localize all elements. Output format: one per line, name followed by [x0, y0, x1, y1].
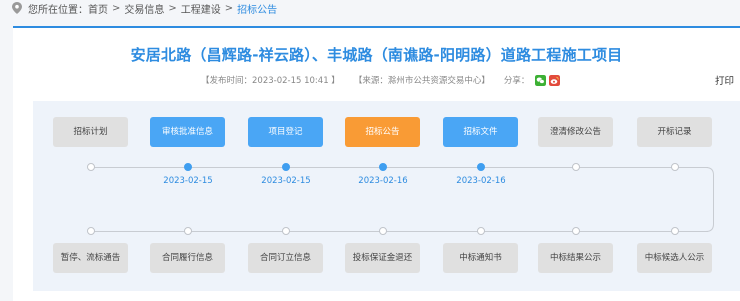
step-tender-documents[interactable]: 招标文件: [443, 117, 518, 147]
timeline-dot: [572, 227, 580, 235]
breadcrumb-prefix: 您所在位置：: [28, 4, 88, 16]
step-approval-info[interactable]: 审核批准信息: [150, 117, 225, 147]
step-bid-opening-record[interactable]: 开标记录: [637, 117, 712, 147]
breadcrumb-construction[interactable]: 工程建设: [181, 1, 221, 16]
breadcrumb-separator: >: [112, 2, 121, 14]
step-deposit-refund[interactable]: 投标保证金退还: [345, 243, 420, 273]
timeline-dot: [671, 163, 679, 171]
article-meta: 【发布时间：2023-02-15 10:41 】 【来源：滁州市公共资源交易中心…: [201, 73, 563, 87]
timeline-dot: [282, 227, 290, 235]
breadcrumb-current[interactable]: 招标公告: [237, 1, 277, 16]
timeline-dot: [184, 227, 192, 235]
step-date: 2023-02-15: [261, 176, 311, 186]
step-date: 2023-02-16: [456, 176, 506, 186]
publish-time: 【发布时间：2023-02-15 10:41 】: [201, 76, 340, 86]
timeline-dot: [184, 163, 192, 171]
breadcrumb: 您所在位置： 首页 > 交易信息 > 工程建设 > 招标公告: [12, 0, 277, 16]
timeline-dot: [477, 227, 485, 235]
step-suspension-notice[interactable]: 暂停、流标通告: [53, 243, 128, 273]
step-bidding-plan[interactable]: 招标计划: [53, 117, 128, 147]
breadcrumb-trade-info[interactable]: 交易信息: [124, 1, 164, 16]
timeline-dot: [379, 227, 387, 235]
step-date: 2023-02-16: [358, 176, 408, 186]
page-title: 安居北路（昌辉路-祥云路）、丰城路（南谯路-阳明路）道路工程施工项目: [130, 46, 623, 64]
share-label: 分享：: [503, 76, 530, 86]
breadcrumb-home[interactable]: 首页: [88, 1, 108, 16]
timeline-dot: [671, 227, 679, 235]
timeline-dot: [379, 163, 387, 171]
step-clarification[interactable]: 澄清修改公告: [538, 117, 613, 147]
print-link[interactable]: 打印: [715, 73, 734, 87]
step-candidate-publicity[interactable]: 中标候选人公示: [637, 243, 712, 273]
timeline-dot: [87, 227, 95, 235]
step-date: 2023-02-15: [163, 176, 213, 186]
flow-line-curve: [700, 167, 714, 232]
timeline-dot: [87, 163, 95, 171]
timeline-dot: [282, 163, 290, 171]
step-contract-performance[interactable]: 合同履行信息: [150, 243, 225, 273]
breadcrumb-separator: >: [168, 2, 177, 14]
step-contract-signing[interactable]: 合同订立信息: [248, 243, 323, 273]
step-project-registration[interactable]: 项目登记: [248, 117, 323, 147]
source: 【来源：滁州市公共资源交易中心】: [353, 76, 490, 86]
step-tender-announcement[interactable]: 招标公告: [345, 117, 420, 147]
timeline-dot: [572, 163, 580, 171]
step-award-result[interactable]: 中标结果公示: [538, 243, 613, 273]
wechat-share-icon[interactable]: [535, 74, 547, 86]
location-pin-icon: [12, 2, 22, 14]
process-flow: 招标计划 审核批准信息 项目登记 招标公告 招标文件 澄清修改公告 开标记录 2…: [33, 101, 740, 291]
step-award-notice[interactable]: 中标通知书: [443, 243, 518, 273]
breadcrumb-separator: >: [224, 2, 234, 14]
timeline-dot: [477, 163, 485, 171]
weibo-share-icon[interactable]: [549, 74, 561, 86]
